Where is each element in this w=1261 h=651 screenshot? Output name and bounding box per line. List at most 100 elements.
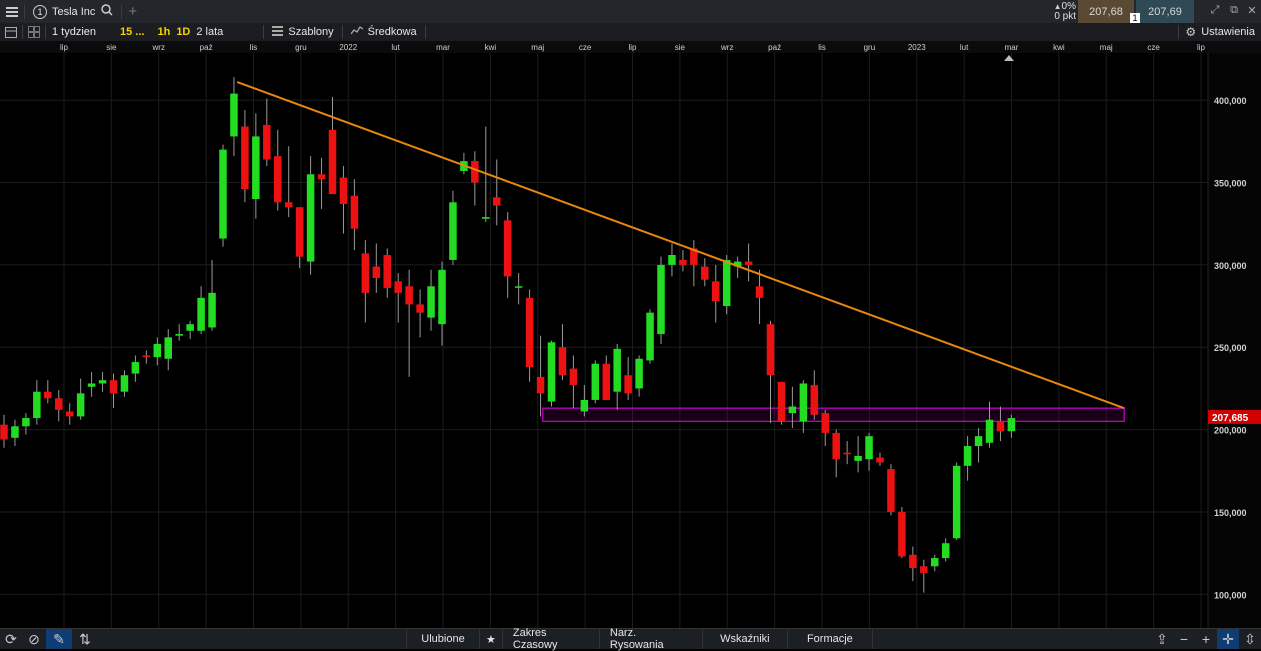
- popout-icon[interactable]: ⧉: [1228, 4, 1240, 18]
- time-range-button[interactable]: Zakres Czasowy: [503, 627, 600, 651]
- bottom-toolbar: ⟳ ⊘ ✎ ⇅ Ulubione ★ Zakres Czasowy Narz. …: [0, 627, 1261, 651]
- candle-body: [810, 385, 819, 415]
- support-zone: [542, 407, 1125, 423]
- candle-body: [11, 426, 19, 438]
- layout-icon[interactable]: [0, 23, 22, 41]
- formations-button[interactable]: Formacje: [788, 629, 873, 649]
- settings-button[interactable]: ⚙ Ustawienia: [1179, 23, 1261, 41]
- candle-body: [777, 381, 786, 422]
- top-bar: 1 Tesla Inc + ▲0% 0 pkt 207,68 207,69 1 …: [0, 0, 1261, 24]
- candle-body: [876, 457, 884, 463]
- candle-body: [186, 324, 194, 331]
- interval-select[interactable]: 1 tydzien: [46, 23, 116, 41]
- star-icon[interactable]: ★: [480, 629, 503, 649]
- x-tick-label: 2022: [339, 43, 357, 52]
- candle-body: [131, 362, 140, 374]
- price-axis-background: [1208, 53, 1261, 629]
- x-tick-label: paź: [200, 43, 213, 52]
- zoom-in-icon[interactable]: +: [1195, 629, 1217, 649]
- candle-body: [449, 202, 457, 260]
- candle-body: [109, 380, 118, 394]
- candle-body: [219, 149, 227, 239]
- candle-body: [668, 255, 676, 265]
- quantity-badge: 1: [1130, 13, 1140, 23]
- x-tick-label: paź: [768, 43, 781, 52]
- candle-body: [865, 436, 873, 460]
- zoom-out-icon[interactable]: −: [1173, 629, 1195, 649]
- scroll-handle-icon: [1004, 55, 1014, 61]
- indicators-button[interactable]: Wskaźniki: [703, 629, 788, 649]
- refresh-icon[interactable]: ⟳: [0, 629, 22, 649]
- drawing-tools-button[interactable]: Narz. Rysowania: [600, 627, 703, 651]
- quick-interval-1d[interactable]: 1D: [173, 23, 193, 41]
- candle-body: [646, 312, 654, 361]
- x-tick-label: lis: [818, 43, 826, 52]
- candle-body: [755, 286, 764, 298]
- magnet-icon[interactable]: ⇅: [72, 629, 98, 649]
- close-icon[interactable]: ✕: [1246, 4, 1258, 18]
- candle-body: [701, 266, 709, 280]
- pencil-icon[interactable]: ✎: [46, 629, 72, 649]
- triangle-up-icon: ▲: [1053, 1, 1062, 11]
- candle-body: [493, 197, 501, 206]
- candle-body: [65, 411, 74, 417]
- candles: [0, 77, 1016, 593]
- crosshair-icon[interactable]: ✛: [1217, 629, 1239, 649]
- candle-body: [536, 376, 545, 394]
- expand-icon[interactable]: ⤢: [1209, 4, 1221, 18]
- templates-button[interactable]: Szablony: [264, 23, 341, 41]
- x-tick-label: gru: [864, 43, 876, 52]
- candle-body: [558, 347, 567, 376]
- x-tick-label: lut: [960, 43, 969, 52]
- candle-body: [788, 406, 797, 414]
- candle-body: [274, 156, 282, 203]
- candle-body: [569, 368, 578, 386]
- candle-body: [591, 363, 600, 400]
- indicator-button[interactable]: Średkowa: [343, 23, 425, 41]
- disable-icon[interactable]: ⊘: [22, 629, 46, 649]
- x-tick-label: kwi: [1053, 43, 1065, 52]
- candle-body: [602, 363, 610, 400]
- candle-body: [722, 259, 731, 307]
- candle-body: [482, 217, 490, 219]
- candle-body: [241, 126, 249, 190]
- candle-body: [350, 195, 359, 229]
- x-tick-label: lip: [628, 43, 637, 52]
- change-points: 0 pkt: [1054, 10, 1076, 22]
- candle-body: [920, 566, 928, 573]
- sell-price: 207,68: [1089, 5, 1123, 18]
- indicator-icon: [350, 25, 364, 39]
- quick-interval-1h[interactable]: 1h: [154, 23, 173, 41]
- x-tick-label: sie: [106, 43, 117, 52]
- instrument-tab[interactable]: 1 Tesla Inc: [25, 0, 121, 23]
- candle-body: [197, 297, 205, 331]
- search-icon[interactable]: [101, 4, 113, 19]
- grid-icon[interactable]: [23, 23, 45, 41]
- price-chart[interactable]: 400,000 350,000 300,000 250,000 200,000 150,0…: [0, 53, 1261, 629]
- quick-interval-15[interactable]: 15 ...: [116, 23, 148, 41]
- range-select[interactable]: 2 lata: [193, 23, 263, 41]
- time-range-label: Zakres Czasowy: [512, 627, 558, 651]
- candle-body: [252, 136, 260, 199]
- candle-body: [120, 375, 129, 392]
- x-tick-label: mar: [436, 43, 450, 52]
- gear-icon: ⚙: [1185, 25, 1197, 39]
- indicators-label: Wskaźniki: [720, 633, 770, 645]
- share-icon[interactable]: ⇪: [1151, 629, 1173, 649]
- candle-body: [963, 446, 972, 466]
- candle-body: [383, 255, 391, 288]
- candle-body: [405, 286, 413, 305]
- favorites-button[interactable]: Ulubione: [406, 629, 480, 649]
- candle-body: [766, 324, 775, 376]
- menu-icon[interactable]: [0, 0, 24, 23]
- sell-price-button[interactable]: 207,68: [1078, 0, 1134, 23]
- candle-body: [712, 281, 720, 302]
- instrument-name: Tesla Inc: [52, 5, 96, 18]
- buy-price-button[interactable]: 207,69: [1136, 0, 1194, 23]
- add-tab-icon[interactable]: +: [122, 0, 143, 23]
- grid: [0, 53, 1208, 629]
- candle-body: [98, 380, 107, 384]
- candle-body: [175, 334, 183, 336]
- fit-icon[interactable]: ⇳: [1239, 629, 1261, 649]
- candle-body: [0, 424, 8, 440]
